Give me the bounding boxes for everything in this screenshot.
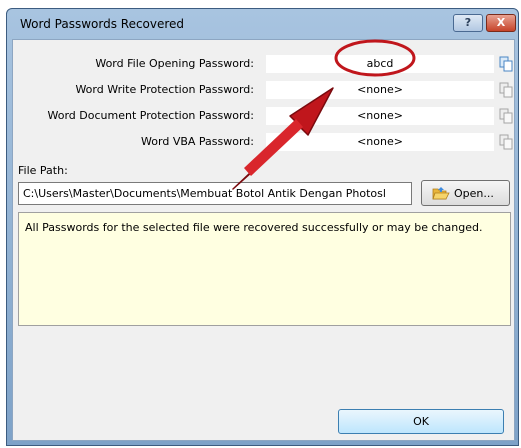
opening-password-label: Word File Opening Password: bbox=[95, 57, 254, 70]
help-button[interactable]: ? bbox=[453, 14, 483, 32]
password-row-document: Word Document Protection Password: <none… bbox=[13, 106, 516, 126]
title-bar[interactable]: Word Passwords Recovered ? X bbox=[7, 9, 518, 37]
copy-icon-disabled bbox=[499, 134, 513, 150]
password-row-vba: Word VBA Password: <none> bbox=[13, 132, 516, 152]
vba-password-field[interactable]: <none> bbox=[265, 132, 495, 152]
copy-icon[interactable] bbox=[499, 56, 514, 72]
status-message: All Passwords for the selected file were… bbox=[25, 221, 483, 234]
dialog-body: Word File Opening Password: abcd Word Wr… bbox=[12, 39, 515, 441]
document-password-field[interactable]: <none> bbox=[265, 106, 495, 126]
ok-button[interactable]: OK bbox=[338, 409, 504, 434]
close-button[interactable]: X bbox=[486, 14, 516, 32]
password-row-write: Word Write Protection Password: <none> bbox=[13, 80, 516, 100]
copy-icon-disabled bbox=[499, 108, 513, 124]
password-row-opening: Word File Opening Password: abcd bbox=[13, 54, 516, 74]
opening-password-field[interactable]: abcd bbox=[265, 54, 495, 74]
write-password-field[interactable]: <none> bbox=[265, 80, 495, 100]
open-button[interactable]: Open... bbox=[421, 180, 510, 206]
folder-open-icon bbox=[432, 187, 450, 200]
status-message-box: All Passwords for the selected file were… bbox=[18, 212, 511, 326]
copy-icon-disabled bbox=[499, 82, 513, 98]
dialog-window: Word Passwords Recovered ? X Word File O… bbox=[6, 8, 519, 446]
file-path-label: File Path: bbox=[18, 164, 68, 177]
window-title: Word Passwords Recovered bbox=[20, 17, 185, 31]
open-button-label: Open... bbox=[454, 187, 494, 200]
write-password-label: Word Write Protection Password: bbox=[75, 83, 254, 96]
vba-password-label: Word VBA Password: bbox=[141, 135, 254, 148]
file-path-input[interactable]: C:\Users\Master\Documents\Membuat Botol … bbox=[18, 182, 412, 205]
document-password-label: Word Document Protection Password: bbox=[47, 109, 255, 122]
